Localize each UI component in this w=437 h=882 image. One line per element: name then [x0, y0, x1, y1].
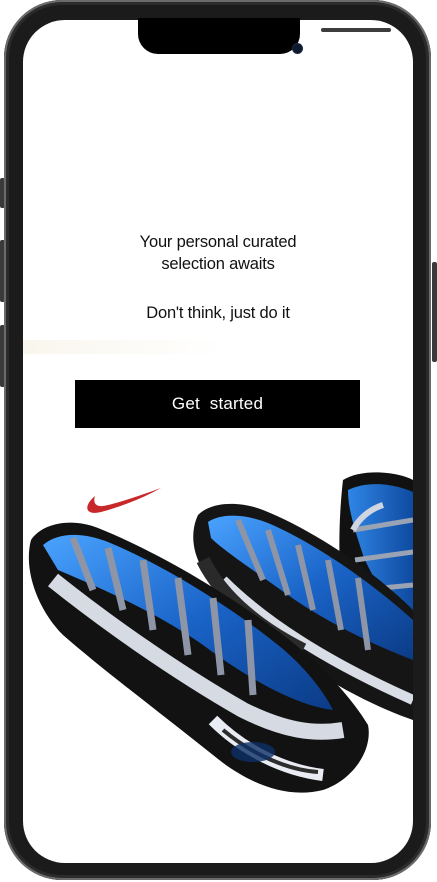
speaker-grille: [321, 28, 391, 32]
device-mockup: Your personal curated selection awaits D…: [0, 0, 437, 882]
swoosh-logo: [87, 488, 161, 513]
headline: Your personal curated selection awaits: [94, 231, 342, 275]
headline-line-2: selection awaits: [161, 255, 275, 273]
tagline: Don't think, just do it: [146, 304, 290, 322]
power-button: [432, 262, 437, 362]
front-camera: [293, 44, 302, 53]
sneakers-illustration: [28, 472, 413, 793]
notch: [138, 18, 391, 54]
hero-image: [23, 460, 413, 860]
decorative-band: [23, 340, 223, 354]
get-started-button[interactable]: Get started: [75, 380, 360, 428]
headline-line-1: Your personal curated: [139, 233, 297, 251]
